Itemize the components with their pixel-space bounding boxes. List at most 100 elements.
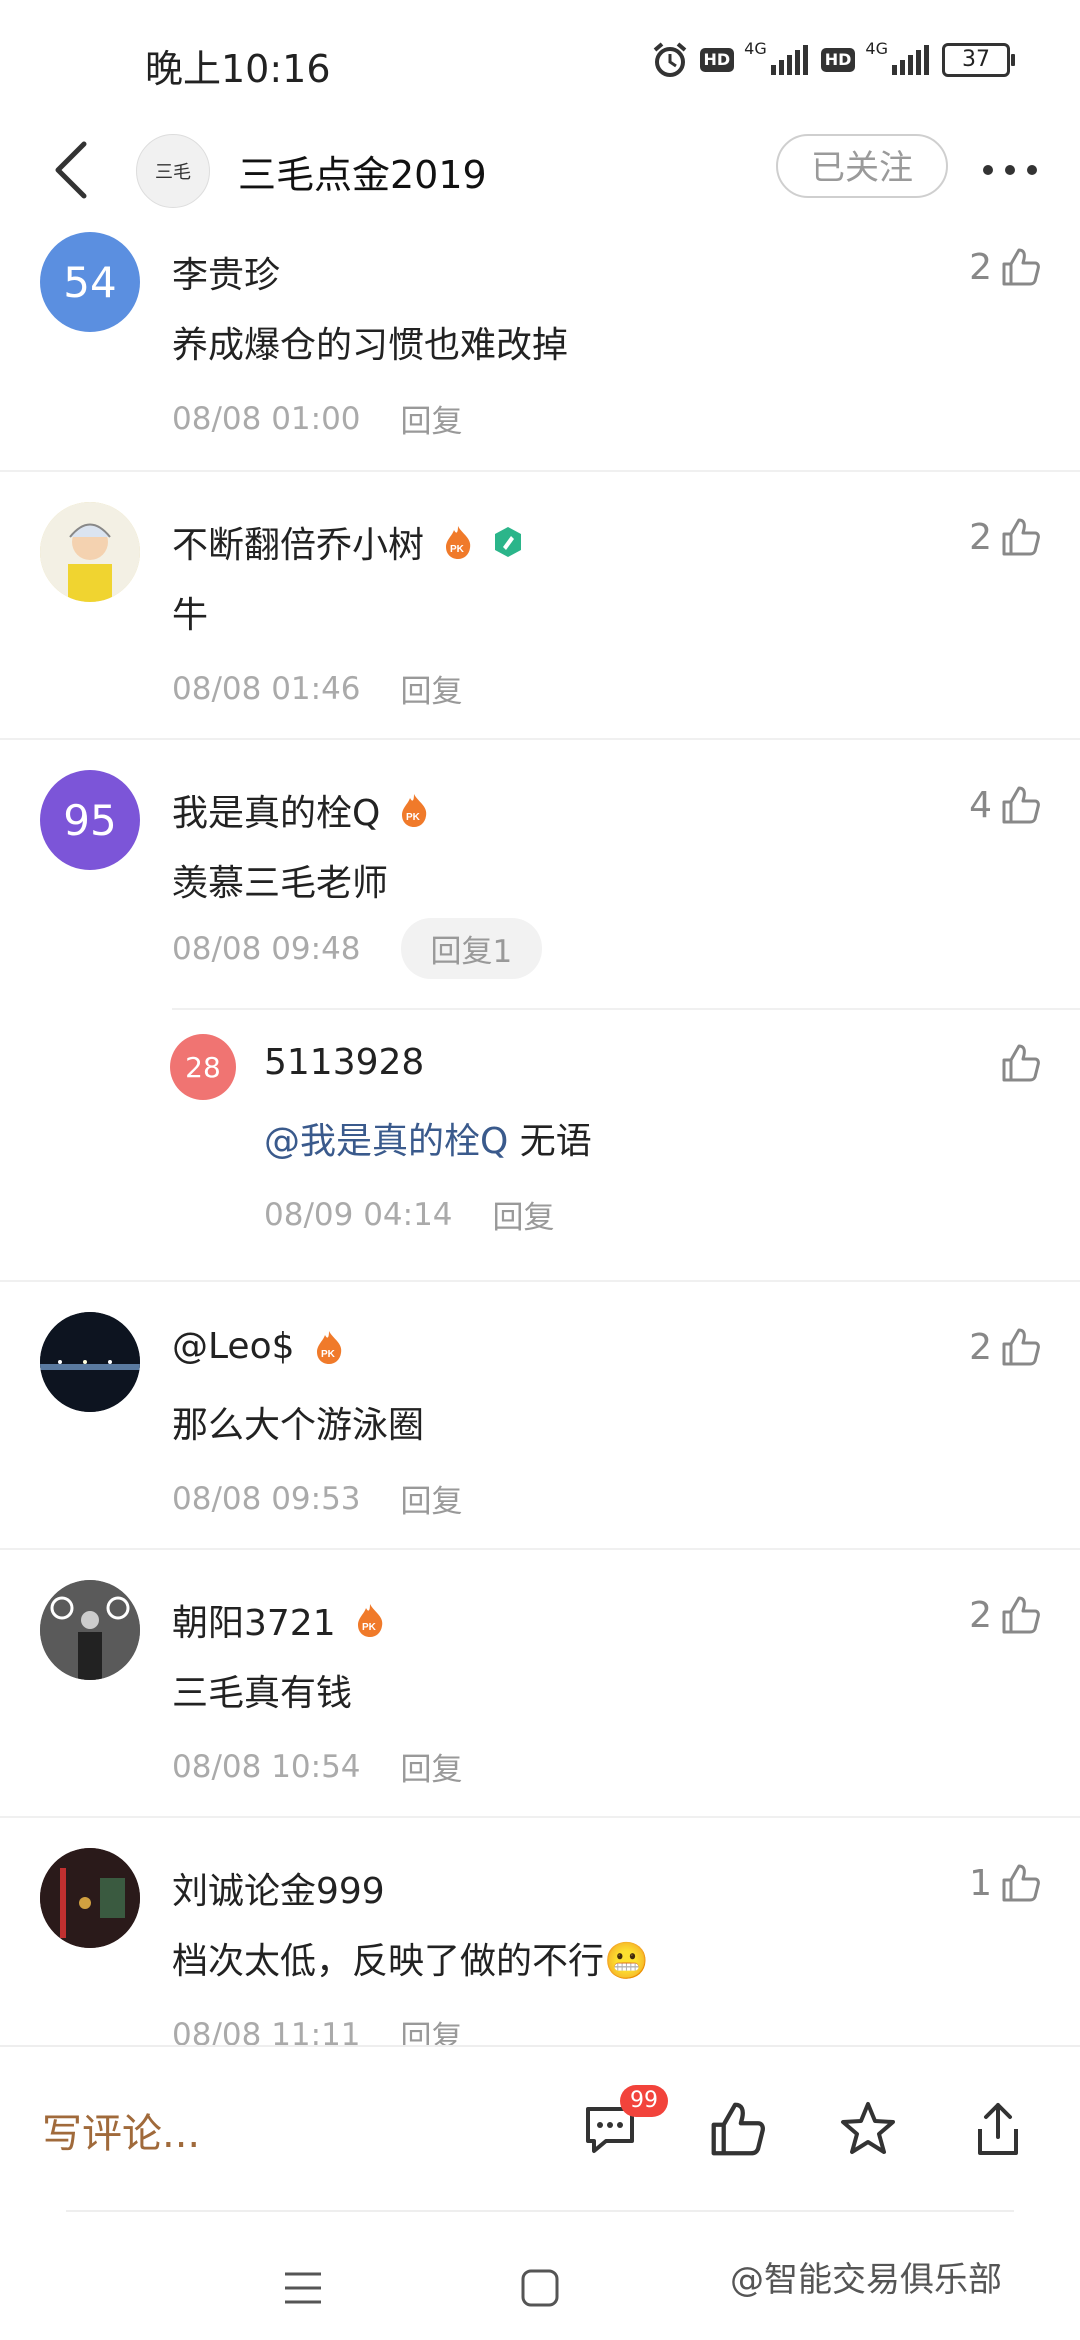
comment-text: 档次太低，反映了做的不行😬	[172, 1941, 649, 1982]
author-name: 朝阳3721	[172, 1603, 336, 1644]
reply-button[interactable]: 回复	[401, 396, 463, 441]
comment-text: @我是真的栓Q 无语	[264, 1112, 592, 1164]
comment-item: 54 李贵珍 养成爆仓的习惯也难改掉 08/08 01:00 回复 2	[0, 220, 1080, 472]
comment-author[interactable]: 5113928	[264, 1042, 424, 1083]
comment-item: 刘诚论金999 档次太低，反映了做的不行😬 08/08 11:11 回复 1	[0, 1818, 1080, 2058]
sub-reply: 28 5113928 @我是真的栓Q 无语 08/09 04:14 回复	[0, 1008, 1080, 1280]
reply-button[interactable]: 回复	[493, 1192, 555, 1237]
like-button[interactable]: 2	[969, 1594, 1042, 1636]
avatar[interactable]: 95	[40, 770, 140, 870]
signal-icon	[770, 45, 808, 75]
comment-author[interactable]: @Leo$ PK	[172, 1326, 345, 1367]
menu-icon[interactable]	[283, 2270, 323, 2306]
comment-author[interactable]: 刘诚论金999	[172, 1862, 385, 1914]
like-count: 1	[969, 1862, 992, 1904]
pk-fire-badge-icon: PK	[357, 1604, 382, 1637]
author-name: 刘诚论金999	[172, 1871, 385, 1912]
page-title[interactable]: 三毛点金2019	[238, 144, 487, 199]
pk-fire-badge-icon: PK	[316, 1330, 341, 1364]
network-label: 4G	[744, 38, 767, 58]
comment-text: 羡慕三毛老师	[172, 863, 389, 904]
thumbs-up-icon[interactable]	[708, 2099, 768, 2159]
avatar[interactable]	[40, 1312, 140, 1412]
like-count: 2	[969, 1594, 992, 1636]
avatar[interactable]	[40, 1848, 140, 1948]
reply-button[interactable]: 回复	[401, 1744, 463, 1789]
reply-button[interactable]: 回复	[401, 1476, 463, 1521]
like-button[interactable]	[1000, 1042, 1042, 1084]
thumbs-up-icon	[1002, 786, 1040, 824]
comment-time: 08/08 09:48	[172, 930, 361, 967]
status-bar: 晚上10:16 HD 4G HD 4G 37	[0, 0, 1080, 120]
avatar[interactable]	[40, 502, 140, 602]
avatar-text: 95	[63, 795, 117, 845]
like-button[interactable]: 4	[969, 784, 1042, 826]
like-button[interactable]: 1	[969, 1862, 1042, 1904]
comment-time: 08/09 04:14	[264, 1196, 453, 1233]
comment-time: 08/08 09:53	[172, 1480, 361, 1517]
svg-text:PK: PK	[450, 544, 465, 555]
follow-button[interactable]: 已关注	[776, 134, 948, 198]
comment-item: 不断翻倍乔小树 PK 牛 08/08 01:46 回复 2	[0, 472, 1080, 740]
avatar[interactable]: 54	[40, 232, 140, 332]
comment-meta: 08/08 09:53 回复	[172, 1476, 463, 1521]
comment-author[interactable]: 不断翻倍乔小树 PK	[172, 516, 524, 568]
like-button[interactable]: 2	[969, 1326, 1042, 1368]
author-name: 我是真的栓Q	[172, 793, 381, 834]
home-icon[interactable]	[520, 2268, 560, 2308]
comment-meta: 08/08 09:48 回复1	[172, 918, 543, 979]
svg-text:PK: PK	[362, 1622, 377, 1633]
reply-button[interactable]: 回复	[401, 666, 463, 711]
comment-item: 95 我是真的栓Q PK 羡慕三毛老师 08/08 09:48 回复1 4 28…	[0, 740, 1080, 1282]
author-name: @Leo$	[172, 1326, 295, 1367]
comment-text: 那么大个游泳圈	[172, 1405, 425, 1446]
comment-meta: 08/08 01:46 回复	[172, 666, 463, 711]
bottom-action-bar: 写评论... 99	[0, 2045, 1080, 2212]
account-avatar-text: 三毛	[155, 162, 191, 183]
account-avatar[interactable]: 三毛	[136, 134, 210, 208]
verified-badge-icon	[495, 527, 522, 557]
comment-author[interactable]: 我是真的栓Q PK	[172, 784, 430, 836]
reply-count-button[interactable]: 回复1	[400, 918, 543, 979]
avatar-text: 28	[185, 1050, 221, 1084]
reply-text: 无语	[508, 1121, 592, 1162]
share-icon[interactable]	[968, 2099, 1028, 2159]
comment-author[interactable]: 朝阳3721 PK	[172, 1594, 386, 1646]
comment-text: 牛	[172, 595, 209, 636]
comment-meta: 08/09 04:14 回复	[264, 1192, 555, 1237]
mention-link[interactable]: @我是真的栓Q	[264, 1121, 508, 1162]
like-button[interactable]: 2	[969, 246, 1042, 288]
write-comment-input[interactable]: 写评论...	[42, 2101, 200, 2159]
svg-text:PK: PK	[321, 1349, 336, 1360]
back-arrow-icon[interactable]	[50, 140, 94, 200]
star-icon[interactable]	[838, 2099, 898, 2159]
comment-item: @Leo$ PK 那么大个游泳圈 08/08 09:53 回复 2	[0, 1282, 1080, 1550]
battery-icon: 37	[942, 43, 1015, 77]
hd-badge-2: HD	[820, 48, 856, 72]
alarm-icon	[653, 42, 686, 77]
author-name: 不断翻倍乔小树	[172, 525, 425, 566]
comment-time: 08/08 01:46	[172, 670, 361, 707]
avatar[interactable]	[40, 1580, 140, 1680]
network-label-2: 4G	[865, 38, 888, 58]
comment-author[interactable]: 李贵珍	[172, 246, 280, 298]
divider	[66, 2210, 1014, 2212]
comment-text: 养成爆仓的习惯也难改掉	[172, 325, 569, 366]
header-bar: 三毛 三毛点金2019 已关注	[0, 120, 1080, 220]
comment-item: 朝阳3721 PK 三毛真有钱 08/08 10:54 回复 2	[0, 1550, 1080, 1818]
thumbs-up-icon	[1002, 1864, 1040, 1902]
more-options-icon[interactable]	[978, 150, 1042, 190]
like-button[interactable]: 2	[969, 516, 1042, 558]
avatar[interactable]: 28	[170, 1034, 236, 1100]
avatar-photo-icon	[40, 1580, 140, 1680]
like-count: 2	[969, 516, 992, 558]
comment-list: 54 李贵珍 养成爆仓的习惯也难改掉 08/08 01:00 回复 2 不断翻倍…	[0, 220, 1080, 2058]
hd-badge: HD	[699, 48, 735, 72]
avatar-photo-icon	[40, 502, 140, 602]
thumbs-up-icon	[1002, 1328, 1040, 1366]
thumbs-up-icon	[1002, 248, 1040, 286]
pk-fire-badge-icon: PK	[402, 794, 427, 827]
comment-meta: 08/08 10:54 回复	[172, 1744, 463, 1789]
thumbs-up-icon	[1002, 1044, 1040, 1082]
author-name: 李贵珍	[172, 255, 281, 296]
